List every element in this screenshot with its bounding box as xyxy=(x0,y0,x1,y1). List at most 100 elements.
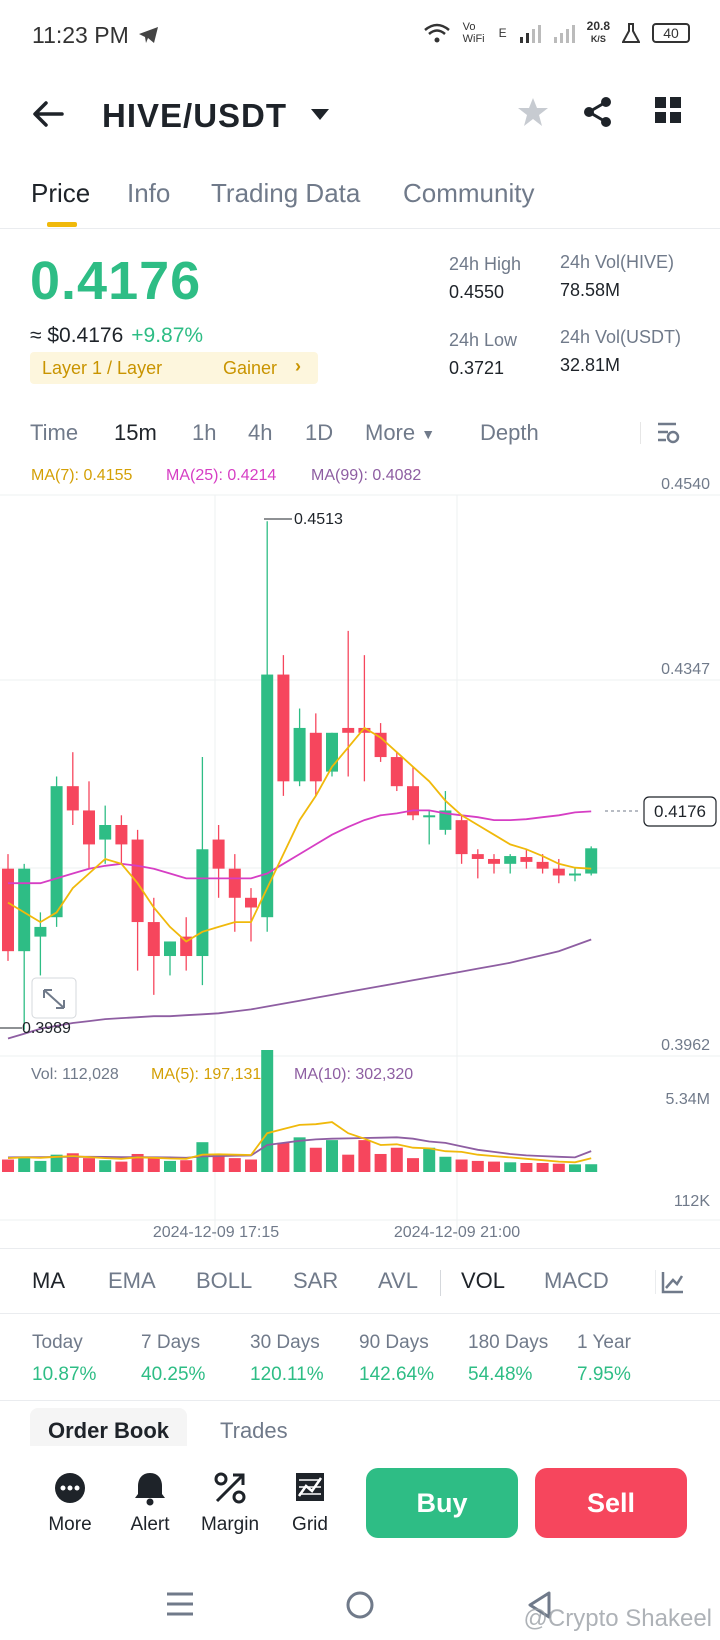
low-marker: 0.3989 xyxy=(0,1020,71,1037)
indicator-boll[interactable]: BOLL xyxy=(196,1268,252,1294)
candle xyxy=(569,867,581,882)
volume-bar xyxy=(180,1160,193,1172)
svg-text:0.4176: 0.4176 xyxy=(654,802,706,821)
volume-bar xyxy=(358,1140,371,1172)
volume-bar xyxy=(309,1147,322,1172)
tag-box[interactable]: Layer 1 / Layer Gainer › xyxy=(30,352,318,384)
volume-bar xyxy=(277,1142,290,1172)
interval-1d[interactable]: 1D xyxy=(305,420,333,446)
usd-price: ≈ $0.4176 xyxy=(30,324,124,347)
tab-trading-data[interactable]: Trading Data xyxy=(211,178,360,209)
volume-legend: Vol: 112,028 xyxy=(31,1066,119,1083)
x-axis-label-2: 2024-12-09 21:00 xyxy=(394,1224,520,1240)
margin-button[interactable]: Margin xyxy=(190,1470,270,1536)
sell-button[interactable]: Sell xyxy=(535,1468,687,1538)
tag-gainer[interactable]: Gainer xyxy=(223,358,277,379)
star-icon[interactable] xyxy=(517,96,549,128)
candle xyxy=(228,854,241,932)
chart-grid xyxy=(0,494,720,1240)
tab-price[interactable]: Price xyxy=(31,178,90,209)
indicator-settings-icon[interactable] xyxy=(655,1268,685,1296)
indicator-macd[interactable]: MACD xyxy=(544,1268,609,1294)
tab-trades[interactable]: Trades xyxy=(202,1408,306,1446)
volume-bar xyxy=(326,1140,338,1172)
indicator-ma[interactable]: MA xyxy=(32,1268,65,1294)
volume-bar xyxy=(261,1050,274,1172)
orderbook-tabs: Order Book Trades xyxy=(0,1396,720,1446)
back-arrow-icon[interactable] xyxy=(30,96,66,132)
indicator-avl[interactable]: AVL xyxy=(378,1268,418,1294)
indicator-ema[interactable]: EMA xyxy=(108,1268,156,1294)
recent-apps-icon[interactable] xyxy=(165,1590,195,1618)
candle xyxy=(131,829,144,971)
home-icon[interactable] xyxy=(345,1590,375,1620)
indicator-divider xyxy=(440,1270,441,1296)
candle xyxy=(358,655,371,782)
tab-info[interactable]: Info xyxy=(127,178,170,209)
candle xyxy=(326,732,338,777)
interval-more[interactable]: More ▼ xyxy=(365,420,435,446)
tag-category[interactable]: Layer 1 / Layer xyxy=(42,358,162,379)
price-sub: ≈ $0.4176 +9.87% xyxy=(30,324,203,348)
grid-menu-icon[interactable] xyxy=(654,96,682,124)
price-change: +9.87% xyxy=(131,324,204,347)
interval-15m[interactable]: 15m xyxy=(114,420,157,446)
status-time: 11:23 PM xyxy=(32,22,129,48)
chart-settings-icon[interactable] xyxy=(640,420,680,446)
grid-button[interactable]: Grid xyxy=(270,1470,350,1536)
volume-bar xyxy=(585,1164,598,1172)
candle xyxy=(66,752,79,825)
bottom-action-bar: More Alert Margin Grid Buy Sell xyxy=(0,1446,720,1556)
interval-4h[interactable]: 4h xyxy=(248,420,272,446)
svg-text:0.3989: 0.3989 xyxy=(22,1020,71,1037)
indicator-vol[interactable]: VOL xyxy=(461,1268,505,1294)
tab-community[interactable]: Community xyxy=(403,178,534,209)
tab-order-book[interactable]: Order Book xyxy=(30,1408,188,1446)
net-speed: 20.8 K/S xyxy=(586,19,610,44)
volume-bar xyxy=(147,1158,160,1172)
vol-ma10-legend: MA(10): 302,320 xyxy=(294,1066,414,1083)
header: HIVE/USDT xyxy=(0,80,720,155)
volume-bar xyxy=(34,1160,47,1172)
interval-time[interactable]: Time xyxy=(30,420,78,446)
flask-icon xyxy=(622,22,640,43)
chevron-right-icon: › xyxy=(295,356,301,376)
candle xyxy=(407,766,419,821)
volume-bar xyxy=(245,1159,257,1172)
candle xyxy=(99,805,112,864)
volume-bar xyxy=(520,1162,533,1172)
pair-dropdown-icon[interactable] xyxy=(311,109,329,120)
more-button[interactable]: More xyxy=(30,1470,110,1536)
volume-bar xyxy=(471,1160,484,1172)
volume-bar xyxy=(455,1159,468,1172)
y-axis-label-top: 0.4540 xyxy=(661,476,710,493)
more-caret-icon: ▼ xyxy=(421,426,436,443)
buy-button[interactable]: Buy xyxy=(366,1468,518,1538)
alert-button[interactable]: Alert xyxy=(110,1470,190,1536)
price-chart[interactable]: 0.4540 0.4347 0.3962 5.34M 112K 2024-12-… xyxy=(0,460,720,1240)
candle xyxy=(293,708,306,787)
indicator-sar[interactable]: SAR xyxy=(293,1268,338,1294)
more-dots-icon xyxy=(55,1473,85,1503)
candle xyxy=(180,917,193,971)
candle xyxy=(196,757,209,986)
bell-icon xyxy=(135,1473,165,1506)
pair-title[interactable]: HIVE/USDT xyxy=(102,97,287,135)
perf-7-days: 7 Days 40.25% xyxy=(141,1332,206,1385)
interval-1h[interactable]: 1h xyxy=(192,420,216,446)
y-axis-label-mid: 0.4347 xyxy=(661,661,710,678)
candle xyxy=(423,810,436,845)
status-icons: Vo WiFi E 20.8 K/S 40 xyxy=(423,20,690,45)
volume-bar xyxy=(374,1153,387,1172)
signal-label: E xyxy=(498,25,507,40)
status-bar: 11:23 PM Vo WiFi E 20.8 K/S 40 xyxy=(0,0,720,70)
grid-bot-icon xyxy=(296,1473,324,1501)
stat-24h-vol-quote: 24h Vol(USDT) 32.81M xyxy=(560,327,682,375)
vol-ma5-legend: MA(5): 197,131 xyxy=(151,1066,262,1083)
expand-chart-icon[interactable] xyxy=(31,977,77,1019)
share-icon[interactable] xyxy=(582,96,614,128)
interval-depth[interactable]: Depth xyxy=(480,420,539,446)
perf-1-year: 1 Year 7.95% xyxy=(577,1332,631,1385)
volume-bar xyxy=(212,1154,225,1172)
candle xyxy=(488,854,500,874)
